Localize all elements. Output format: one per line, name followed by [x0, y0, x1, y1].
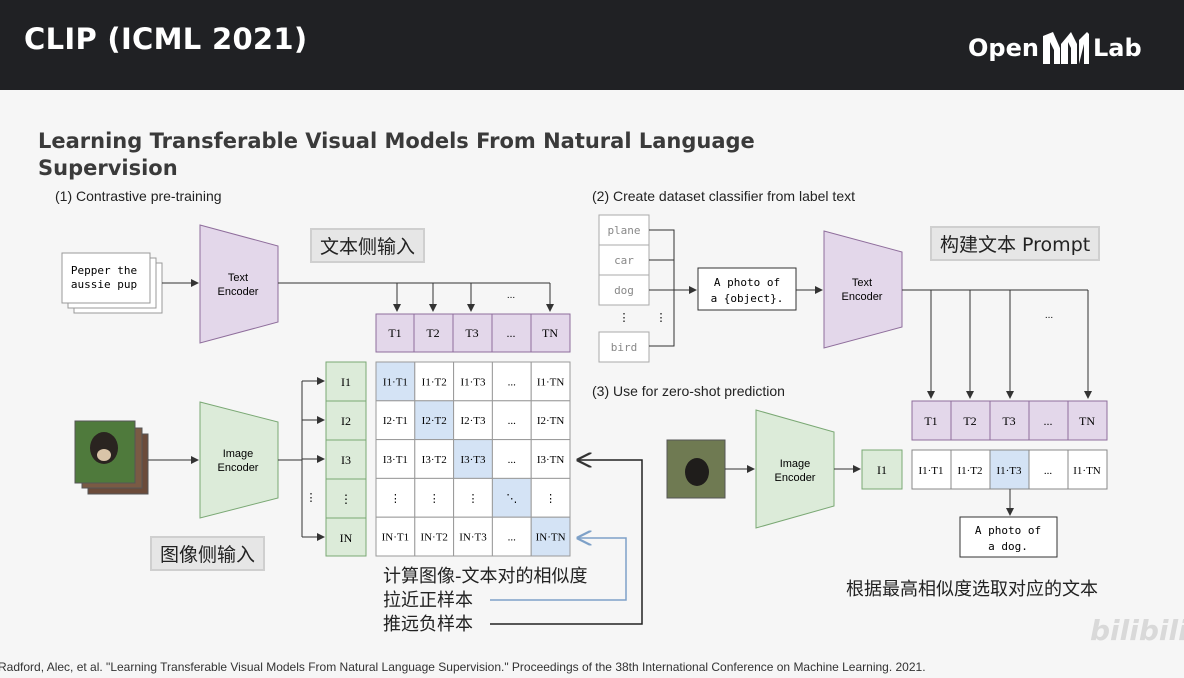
- matrix-cell-label: ⋱: [506, 493, 517, 505]
- svg-text:Image: Image: [780, 458, 811, 470]
- svg-text:Image: Image: [223, 448, 254, 460]
- p2-arrow-ellipsis: ...: [1045, 310, 1053, 321]
- p1-token-t2: T2: [426, 326, 439, 340]
- matrix-cell-label: I2·T1: [383, 415, 408, 427]
- p1-arrow-ellipsis: ...: [507, 290, 515, 301]
- svg-text:A photo of: A photo of: [975, 524, 1041, 537]
- p3-score-row: I1·T1 I1·T2 I1·T3 ... I1·TN: [911, 449, 1108, 490]
- matrix-cell-label: ⋮: [468, 493, 479, 505]
- text-input-stack: Pepper the aussie pup: [61, 252, 163, 314]
- p1-token-t3: T3: [465, 326, 478, 340]
- image-encoder-1: Image Encoder: [199, 401, 279, 519]
- matrix-cell-label: I1·T3: [460, 376, 486, 388]
- p1-token-dots: ...: [507, 326, 516, 340]
- score-3: I1·T3: [996, 465, 1022, 477]
- matrix-cell-label: I1·TN: [537, 376, 565, 388]
- p1-token-in: IN: [340, 531, 353, 545]
- text-encoder-2: Text Encoder: [823, 230, 903, 349]
- matrix-cell-label: I2·TN: [537, 415, 565, 427]
- score-n: I1·TN: [1073, 465, 1101, 477]
- p2-token-tn: TN: [1079, 414, 1095, 428]
- zero-shot-image: [666, 439, 726, 499]
- p2-token-t1: T1: [924, 414, 937, 428]
- matrix-cell-label: I3·T3: [460, 454, 486, 466]
- matrix-cell-label: I2·T3: [460, 415, 486, 427]
- p1-token-i1: I1: [341, 375, 351, 389]
- image-encoder-2: Image Encoder: [755, 409, 835, 529]
- matrix-cell-label: I3·T2: [422, 454, 447, 466]
- matrix-cell-label: ...: [508, 454, 517, 466]
- svg-text:Encoder: Encoder: [775, 472, 816, 484]
- text-input-line2: aussie pup: [71, 278, 137, 291]
- svg-text:Encoder: Encoder: [842, 291, 883, 303]
- dog-photo-icon-2: [685, 458, 709, 486]
- svg-text:Text: Text: [228, 272, 248, 284]
- matrix-cell-label: I3·T1: [383, 454, 408, 466]
- p2-text-token-row: T1 T2 T3 ... TN: [911, 400, 1108, 441]
- matrix-cell-label: I2·T2: [422, 415, 447, 427]
- bilibili-watermark: bilibili: [1090, 614, 1184, 647]
- matrix-cell-label: ...: [508, 532, 517, 544]
- svg-text:Encoder: Encoder: [218, 286, 259, 298]
- p1-branch-vdots: ⋮: [306, 492, 317, 504]
- p1-token-i3: I3: [341, 453, 351, 467]
- prompt-template: A photo of a {object}.: [697, 267, 797, 311]
- p1-token-i2: I2: [341, 414, 351, 428]
- label-bird: bird: [611, 341, 638, 354]
- p1-token-idots: ⋮: [340, 492, 352, 506]
- p1-text-token-row: T1 T2 T3 ... TN: [375, 313, 571, 353]
- matrix-cell-label: IN·T2: [420, 532, 448, 544]
- p2-token-dots: ...: [1044, 414, 1053, 428]
- image-input-stack: [74, 420, 149, 495]
- matrix-cell-label: IN·T3: [459, 532, 487, 544]
- matrix-cell-label: I1·T2: [422, 376, 447, 388]
- prediction-result: A photo of a dog.: [959, 516, 1058, 558]
- matrix-cell-label: I1·T1: [383, 376, 408, 388]
- p2-token-t3: T3: [1002, 414, 1015, 428]
- score-2: I1·T2: [957, 465, 982, 477]
- matrix-cell-label: I3·TN: [537, 454, 565, 466]
- p3-image-token: I1: [861, 449, 903, 490]
- score-dots: ...: [1044, 465, 1053, 477]
- matrix-cell-label: ...: [508, 415, 517, 427]
- label-vdots: ⋮: [619, 312, 630, 324]
- similarity-matrix: I1·T1 I1·T2 I1·T3... I1·TN I2·T1 I2·T2 I2·T3..…: [375, 361, 571, 557]
- svg-text:I1: I1: [877, 463, 887, 477]
- diagram-canvas: Pepper the aussie pup Text Encoder ... T…: [61, 214, 1108, 625]
- score-1: I1·T1: [918, 465, 943, 477]
- matrix-cell-label: ⋮: [429, 493, 440, 505]
- text-input-line1: Pepper the: [71, 264, 137, 277]
- svg-text:a dog.: a dog.: [988, 540, 1028, 553]
- label-car: car: [614, 254, 634, 267]
- svg-text:Text: Text: [852, 277, 872, 289]
- p1-token-t1: T1: [388, 326, 401, 340]
- matrix-cell-label: IN·TN: [536, 532, 566, 544]
- label-dog: dog: [614, 284, 634, 297]
- label-list: plane car dog ⋮ bird: [598, 214, 650, 363]
- text-encoder-1: Text Encoder: [199, 224, 279, 344]
- p1-image-token-column: I1 I2 I3 ⋮ IN: [325, 361, 367, 557]
- matrix-cell-label: ⋮: [545, 493, 556, 505]
- p1-token-tn: TN: [542, 326, 558, 340]
- svg-text:Encoder: Encoder: [218, 462, 259, 474]
- svg-text:A photo of: A photo of: [714, 276, 780, 289]
- label-plane: plane: [607, 224, 640, 237]
- citation: Radford, Alec, et al. "Learning Transfer…: [0, 660, 926, 674]
- matrix-cell-label: ...: [508, 376, 517, 388]
- p2-token-t2: T2: [963, 414, 976, 428]
- matrix-cell-label: ⋮: [390, 493, 401, 505]
- svg-text:a {object}.: a {object}.: [711, 292, 784, 305]
- label-branch-vdots: ⋮: [656, 312, 667, 324]
- matrix-cell-label: IN·T1: [382, 532, 410, 544]
